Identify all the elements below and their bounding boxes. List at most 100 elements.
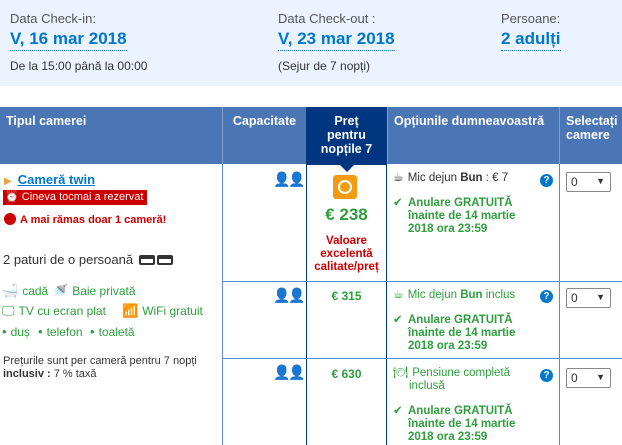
cancel-line3: 2018 ora 23:59 xyxy=(408,340,488,352)
price-note-bold: inclusiv : xyxy=(3,368,51,380)
room-quantity-select[interactable]: 0 ▼ xyxy=(566,172,611,192)
checkin-date-link[interactable]: V, 16 mar 2018 xyxy=(10,28,127,51)
capacity-two-persons-icon: 👤👤 xyxy=(273,287,306,303)
checkmark-icon: ✔ xyxy=(393,405,403,417)
facility-toilet-text: toaletă xyxy=(98,325,135,339)
offer-price: € 315 xyxy=(331,289,362,303)
meal-rating: Bun xyxy=(460,172,483,184)
great-value-icon xyxy=(333,175,357,199)
meal-prefix: Mic dejun xyxy=(407,289,461,301)
meal-option: ☕ Mic dejun Bun inclus xyxy=(393,288,515,302)
meal-rating: Bun xyxy=(460,289,483,301)
offer-price: € 238 xyxy=(325,205,368,224)
coffee-cup-icon: ☕ xyxy=(393,287,404,301)
meal-option: 🍽 Pensiune completă inclusă xyxy=(393,366,510,393)
shower-icon: 🚿 xyxy=(52,283,69,298)
meal-line1: Pensiune completă xyxy=(412,367,511,379)
capacity-two-persons-icon: 👤👤 xyxy=(273,171,306,187)
coffee-cup-icon: ☕ xyxy=(393,170,404,184)
facility-private-bathroom: 🚿 Baie privată xyxy=(52,283,136,299)
stay-length-note: (Sejur de 7 nopți) xyxy=(278,59,371,73)
scarcity-text: A mai rămas doar 1 cameră! xyxy=(20,214,167,226)
tv-icon: 🖵 xyxy=(2,303,15,318)
checkin-time: De la 15:00 până la 00:00 xyxy=(10,59,148,73)
header-price-line1: Preț xyxy=(334,114,359,128)
column-divider xyxy=(559,164,560,445)
checkin-block: Data Check-in: V, 16 mar 2018 De la 15:0… xyxy=(10,12,147,73)
header-select-line1: Selectați xyxy=(566,114,618,128)
room-quantity-value: 0 xyxy=(571,371,578,385)
bed-configuration: 2 paturi de o persoană xyxy=(3,252,173,267)
single-bed-icon xyxy=(138,255,155,265)
price-note-line1: Prețurile sunt per cameră pentru 7 nopți xyxy=(3,355,197,367)
bullet-icon: • xyxy=(2,324,7,339)
room-quantity-select[interactable]: 0 ▼ xyxy=(566,288,611,308)
dropdown-caret-icon: ▼ xyxy=(596,372,605,382)
room-quantity-select[interactable]: 0 ▼ xyxy=(566,368,611,388)
facility-wifi: 📶 WiFi gratuit xyxy=(122,304,203,319)
dropdown-caret-icon: ▼ xyxy=(596,176,605,186)
facility-shower: • duș xyxy=(2,324,30,340)
checkout-block: Data Check-out : V, 23 mar 2018 (Sejur d… xyxy=(278,12,395,73)
facility-tv: 🖵 TV cu ecran plat xyxy=(2,303,106,319)
cancel-line1: Anulare GRATUITĂ xyxy=(408,197,513,209)
facility-bath: 🛁 cadă xyxy=(2,283,49,299)
row-divider xyxy=(222,281,622,282)
meal-suffix: : € 7 xyxy=(482,172,509,184)
cancellation-policy: ✔ Anulare GRATUITĂ înainte de 14 martie … xyxy=(393,314,515,353)
great-value-label: Valoare excelentă calitate/preț xyxy=(314,235,379,273)
facility-wifi-text: WiFi gratuit xyxy=(142,304,203,318)
bullet-icon: • xyxy=(90,324,95,339)
guests-link[interactable]: 2 adulți xyxy=(501,28,561,51)
cancellation-policy: ✔ Anulare GRATUITĂ înainte de 14 martie … xyxy=(393,405,515,444)
header-price-line3: nopțile 7 xyxy=(320,142,373,156)
cutlery-icon: 🍽 xyxy=(393,365,409,379)
header-price-line2: pentru xyxy=(327,128,366,142)
price-note-line2: inclusiv : 7 % taxă xyxy=(3,368,221,381)
cancellation-policy: ✔ Anulare GRATUITĂ înainte de 14 martie … xyxy=(393,197,515,236)
help-icon[interactable]: ? xyxy=(540,369,553,382)
facility-phone: • telefon xyxy=(38,325,83,340)
scarcity-message: A mai rămas doar 1 cameră! xyxy=(4,213,166,227)
cancel-line3: 2018 ora 23:59 xyxy=(408,223,488,235)
room-quantity-value: 0 xyxy=(571,175,578,189)
cancel-line1: Anulare GRATUITĂ xyxy=(408,314,513,326)
header-room-type: Tipul camerei xyxy=(6,114,87,128)
single-bed-icon xyxy=(156,255,173,265)
bathtub-icon: 🛁 xyxy=(2,283,19,298)
checkmark-icon: ✔ xyxy=(393,314,403,326)
guests-label: Persoane: xyxy=(501,11,561,26)
stay-summary: Data Check-in: V, 16 mar 2018 De la 15:0… xyxy=(0,0,622,86)
offer-price: € 630 xyxy=(331,367,362,381)
help-icon[interactable]: ? xyxy=(540,174,553,187)
price-note-tax: 7 % taxă xyxy=(50,368,97,380)
room-name-text[interactable]: Cameră twin xyxy=(18,172,95,187)
bed-configuration-text: 2 paturi de o persoană xyxy=(3,252,134,267)
meal-option: ☕ Mic dejun Bun : € 7 xyxy=(393,171,508,185)
facility-tv-text: TV cu ecran plat xyxy=(18,304,106,318)
price-note: Prețurile sunt per cameră pentru 7 nopți… xyxy=(3,355,221,381)
header-options: Opțiunile dumneavoastră xyxy=(387,107,559,164)
row-divider xyxy=(222,358,622,359)
dropdown-caret-icon: ▼ xyxy=(596,292,605,302)
cancel-line2: înainte de 14 martie xyxy=(408,210,516,222)
recently-booked-text: Cineva tocmai a rezervat xyxy=(21,191,144,203)
alert-dot-icon xyxy=(4,213,16,225)
alarm-clock-icon: ⏰ xyxy=(5,191,19,203)
facility-toilet: • toaletă xyxy=(90,324,135,340)
cancel-line2: înainte de 14 martie xyxy=(408,327,516,339)
cancel-line1: Anulare GRATUITĂ xyxy=(408,405,513,417)
cancel-line2: înainte de 14 martie xyxy=(408,418,516,430)
meal-suffix: inclus xyxy=(482,289,516,301)
help-icon[interactable]: ? xyxy=(540,290,553,303)
facility-shower-text: duș xyxy=(10,325,30,339)
checkout-label: Data Check-out : xyxy=(278,11,376,26)
header-capacity: Capacitate xyxy=(222,107,306,164)
capacity-two-persons-icon: 👤👤 xyxy=(273,364,306,380)
meal-line2: inclusă xyxy=(409,380,445,392)
room-name-link[interactable]: ▶ Cameră twin xyxy=(4,172,95,187)
checkout-date-link[interactable]: V, 23 mar 2018 xyxy=(278,28,395,51)
meal-prefix: Mic dejun xyxy=(407,172,461,184)
facility-bath-text: cadă xyxy=(22,284,49,298)
header-price: Preț pentru nopțile 7 xyxy=(306,107,387,165)
